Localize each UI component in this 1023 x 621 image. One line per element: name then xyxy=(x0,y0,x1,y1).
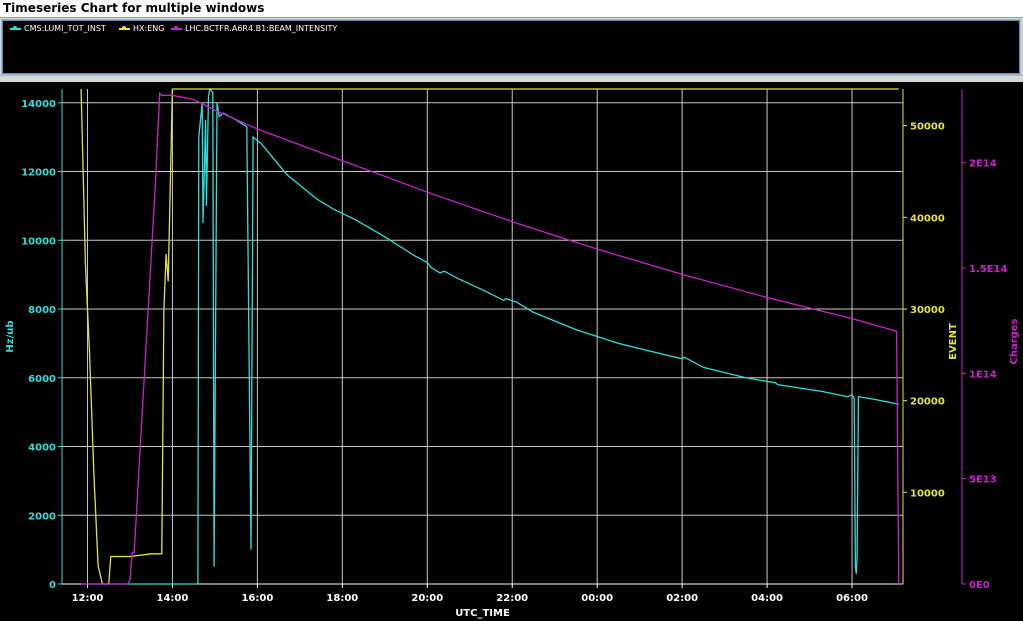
legend-item-hx[interactable]: HX:ENG xyxy=(119,24,164,36)
x-tick-label: 20:00 xyxy=(411,593,443,604)
event-axis-title: EVENT xyxy=(948,323,959,360)
event-tick-label: 30000 xyxy=(910,305,945,316)
legend-label: LHC.BCTFR.A6R4.B1:BEAM_INTENSITY xyxy=(185,24,338,33)
legend-item-lumi[interactable]: CMS:LUMI_TOT_INST xyxy=(10,24,106,36)
legend-label: HX:ENG xyxy=(133,24,165,33)
series-line-hx-eng xyxy=(80,88,899,585)
x-tick-label: 04:00 xyxy=(751,593,783,604)
event-tick-label: 50000 xyxy=(910,122,945,133)
left-tick-label: 0 xyxy=(49,580,56,591)
left-tick-label: 6000 xyxy=(28,374,56,385)
x-tick-label: 12:00 xyxy=(72,593,104,604)
window-title: Timeseries Chart for multiple windows xyxy=(3,1,265,15)
event-tick-label: 40000 xyxy=(910,213,945,224)
chart-window: Timeseries Chart for multiple windows CM… xyxy=(0,0,1023,621)
x-axis-title: UTC_TIME xyxy=(455,608,510,619)
x-tick-label: 18:00 xyxy=(326,593,358,604)
event-tick-label: 10000 xyxy=(910,488,945,499)
legend-swatch-lumi xyxy=(10,25,21,30)
charges-tick-label: 1E14 xyxy=(969,369,997,380)
charges-axis-title: Charges xyxy=(1009,318,1020,364)
left-tick-label: 12000 xyxy=(21,168,56,179)
charges-tick-label: 5E13 xyxy=(969,475,997,486)
series-line-beam-intensity xyxy=(81,91,900,585)
charges-tick-label: 0E0 xyxy=(969,580,990,591)
left-axis-title: Hz/ub xyxy=(5,320,16,352)
x-tick-label: 16:00 xyxy=(241,593,273,604)
legend-label: CMS:LUMI_TOT_INST xyxy=(24,24,106,33)
x-tick-label: 22:00 xyxy=(496,593,528,604)
legend-item-beam[interactable]: LHC.BCTFR.A6R4.B1:BEAM_INTENSITY xyxy=(171,24,337,36)
event-tick-label: 20000 xyxy=(910,397,945,408)
chart-area: 12:00 14:00 16:00 18:00 20:00 22:00 00:00 02:00… xyxy=(0,82,1023,621)
left-tick-label: 8000 xyxy=(28,305,56,316)
timeseries-chart[interactable]: 12:00 14:00 16:00 18:00 20:00 22:00 00:00 02:00… xyxy=(0,82,1023,621)
x-tick-label: 02:00 xyxy=(666,593,698,604)
series-line-lumi xyxy=(81,87,899,585)
legend-panel: CMS:LUMI_TOT_INST HX:ENG LHC.BCTFR.A6R4.… xyxy=(1,19,1021,75)
legend-swatch-beam xyxy=(171,25,182,30)
x-tick-label: 06:00 xyxy=(836,593,868,604)
title-bar[interactable]: Timeseries Chart for multiple windows xyxy=(0,0,1023,18)
charges-tick-label: 2E14 xyxy=(969,159,997,170)
charges-tick-label: 1.5E14 xyxy=(969,264,1008,275)
x-tick-label: 00:00 xyxy=(581,593,613,604)
left-tick-label: 10000 xyxy=(21,236,56,247)
left-tick-label: 2000 xyxy=(28,511,56,522)
legend-swatch-hx xyxy=(119,25,130,30)
x-tick-label: 14:00 xyxy=(157,593,189,604)
left-tick-label: 4000 xyxy=(28,443,56,454)
left-tick-label: 14000 xyxy=(21,99,56,110)
